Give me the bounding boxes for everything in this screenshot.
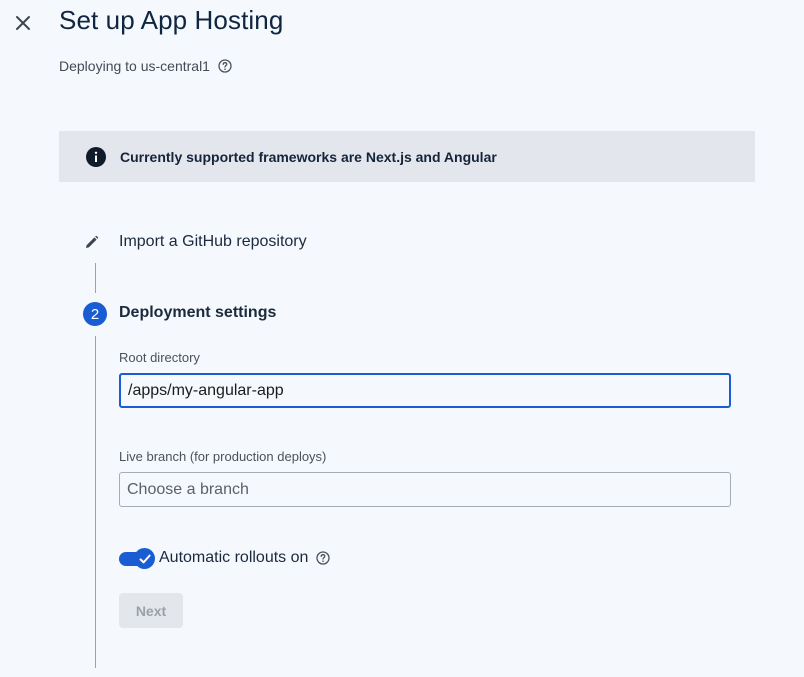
close-icon bbox=[16, 16, 30, 30]
page-title: Set up App Hosting bbox=[59, 5, 284, 35]
check-icon bbox=[139, 554, 151, 563]
live-branch-input[interactable] bbox=[119, 472, 731, 507]
next-button[interactable]: Next bbox=[119, 593, 183, 628]
close-button[interactable] bbox=[8, 8, 38, 38]
step-number-badge: 2 bbox=[83, 302, 107, 326]
step-import-repository-label: Import a GitHub repository bbox=[119, 233, 307, 250]
step-import-repository[interactable]: Import a GitHub repository bbox=[84, 230, 307, 254]
live-branch-label: Live branch (for production deploys) bbox=[119, 449, 327, 464]
toggle-knob bbox=[134, 548, 155, 569]
step-connector bbox=[95, 336, 96, 668]
step-connector bbox=[95, 263, 96, 293]
root-directory-label: Root directory bbox=[119, 350, 200, 365]
deploy-region-text: Deploying to us-central1 bbox=[59, 58, 210, 74]
deploy-region: Deploying to us-central1 bbox=[59, 57, 232, 75]
help-icon[interactable] bbox=[316, 551, 331, 565]
automatic-rollouts-label: Automatic rollouts on bbox=[159, 549, 309, 566]
info-icon bbox=[86, 146, 106, 167]
pencil-icon bbox=[86, 235, 99, 248]
automatic-rollouts-toggle[interactable] bbox=[119, 547, 155, 569]
info-banner-text: Currently supported frameworks are Next.… bbox=[120, 148, 497, 165]
help-icon[interactable] bbox=[218, 59, 232, 73]
step-deployment-settings-title: Deployment settings bbox=[119, 304, 277, 321]
automatic-rollouts-row: Automatic rollouts on bbox=[119, 547, 331, 569]
root-directory-input[interactable] bbox=[119, 373, 731, 408]
info-banner: Currently supported frameworks are Next.… bbox=[59, 131, 755, 182]
